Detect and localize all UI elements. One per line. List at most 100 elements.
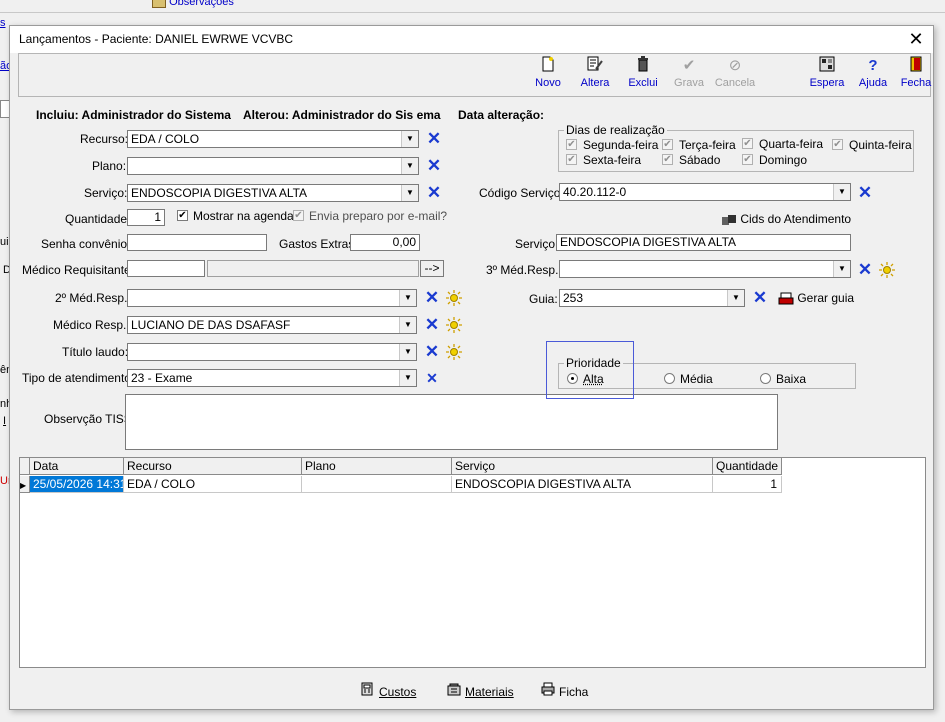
prioridade-alta-radio[interactable] bbox=[567, 373, 578, 384]
table-row-cell-data[interactable]: 25/05/2026 14:31 bbox=[30, 476, 124, 493]
dialog-titlebar[interactable]: Lançamentos - Paciente: DANIEL EWRWE VCV… bbox=[10, 26, 933, 53]
quinta-checkbox[interactable]: ✔ bbox=[832, 139, 843, 150]
clear-medico-resp-x-icon[interactable]: ✕ bbox=[424, 316, 440, 333]
calculator-icon bbox=[361, 682, 375, 699]
background-observacoes-link[interactable]: Observações bbox=[152, 0, 234, 9]
clear-tipo-atendimento-x-icon[interactable]: ✕ bbox=[424, 370, 440, 386]
grid-header-recurso[interactable]: Recurso bbox=[124, 458, 302, 475]
clear-titulo-laudo-x-icon[interactable]: ✕ bbox=[424, 343, 440, 360]
recurso-combo[interactable]: EDA / COLO ▼ bbox=[127, 130, 419, 148]
table-row-cell-plano[interactable] bbox=[302, 476, 452, 493]
guia-combo[interactable]: 253 ▼ bbox=[559, 289, 745, 307]
quarta-checkbox[interactable]: ✔ bbox=[742, 138, 753, 149]
titulo-laudo-label: Título laudo: bbox=[62, 345, 129, 359]
close-button[interactable]: ✕ bbox=[905, 28, 927, 50]
terceiro-medico-combo[interactable]: ▼ bbox=[559, 260, 851, 278]
servico-desc-field[interactable]: ENDOSCOPIA DIGESTIVA ALTA bbox=[556, 234, 851, 251]
segunda-checkbox[interactable]: ✔ bbox=[566, 139, 577, 150]
prioridade-group: Prioridade Alta Média Baixa bbox=[558, 356, 856, 389]
sabado-checkbox[interactable]: ✔ bbox=[662, 154, 673, 165]
guia-label: Guia: bbox=[529, 292, 558, 306]
domingo-label: Domingo bbox=[759, 153, 808, 167]
ficha-button[interactable]: Ficha bbox=[541, 682, 588, 700]
gastos-extras-label: Gastos Extras bbox=[279, 237, 355, 251]
espera-button[interactable]: Espera bbox=[803, 56, 851, 94]
segunda-label: Segunda-feira bbox=[583, 138, 659, 152]
grid-corner bbox=[20, 458, 30, 475]
table-row-cell-servico[interactable]: ENDOSCOPIA DIGESTIVA ALTA bbox=[452, 476, 713, 493]
codigo-servico-combo[interactable]: 40.20.112-0 ▼ bbox=[559, 183, 851, 201]
cids-atendimento-button[interactable]: Cids do Atendimento bbox=[721, 212, 851, 226]
novo-button[interactable]: Novo bbox=[524, 56, 572, 94]
cancela-button[interactable]: ⊘ Cancela bbox=[711, 56, 759, 94]
new-document-icon bbox=[524, 56, 572, 76]
quinta-label: Quinta-feira bbox=[849, 138, 912, 152]
sexta-checkbox[interactable]: ✔ bbox=[566, 154, 577, 165]
medico-resp-combo[interactable]: LUCIANO DE DAS DSAFASF ▼ bbox=[127, 316, 417, 334]
background-frag-s[interactable]: s bbox=[0, 17, 6, 29]
medico-resp-label: Médico Resp.: bbox=[53, 318, 130, 332]
grid-header-plano[interactable]: Plano bbox=[302, 458, 452, 475]
domingo-checkbox[interactable]: ✔ bbox=[742, 154, 753, 165]
grid-header-quantidade[interactable]: Quantidade bbox=[713, 458, 782, 475]
prioridade-media-label: Média bbox=[680, 372, 713, 386]
medico-requisitante-name-field bbox=[207, 260, 419, 277]
tipo-atendimento-combo[interactable]: 23 - Exame ▼ bbox=[127, 369, 417, 387]
mostrar-agenda-checkbox[interactable]: ✔ bbox=[177, 210, 188, 221]
trash-icon bbox=[619, 56, 667, 76]
medico-requisitante-search-button[interactable]: --> bbox=[420, 260, 444, 277]
grid-header-data[interactable]: Data bbox=[30, 458, 124, 475]
lancamentos-dialog: Lançamentos - Paciente: DANIEL EWRWE VCV… bbox=[9, 25, 934, 710]
segundo-medico-combo[interactable]: ▼ bbox=[127, 289, 417, 307]
segundo-medico-label: 2º Méd.Resp.: bbox=[55, 291, 131, 305]
sexta-label: Sexta-feira bbox=[583, 153, 642, 167]
altera-button[interactable]: Altera bbox=[571, 56, 619, 94]
grid-header-servico[interactable]: Serviço bbox=[452, 458, 713, 475]
clear-codigo-servico-x-icon[interactable]: ✕ bbox=[857, 184, 873, 201]
chevron-down-icon: ▼ bbox=[399, 290, 416, 306]
prioridade-baixa-label: Baixa bbox=[776, 372, 807, 386]
quantidade-input[interactable]: 1 bbox=[127, 209, 165, 226]
clear-guia-x-icon[interactable]: ✕ bbox=[752, 289, 768, 306]
custos-button[interactable]: Custos bbox=[361, 682, 416, 700]
servico-desc-label: Serviço: bbox=[515, 237, 559, 251]
exclui-button[interactable]: Exclui bbox=[619, 56, 667, 94]
quantidade-label: Quantidade: bbox=[65, 212, 131, 226]
senha-convenio-label: Senha convênio: bbox=[41, 237, 131, 251]
ajuda-button[interactable]: ? Ajuda bbox=[849, 56, 897, 94]
observacao-tiss-textarea[interactable] bbox=[125, 394, 778, 450]
materiais-button[interactable]: Materiais bbox=[447, 682, 514, 700]
new-sun-icon[interactable] bbox=[446, 317, 462, 333]
clear-plano-x-icon[interactable]: ✕ bbox=[426, 157, 442, 174]
exit-door-icon bbox=[892, 56, 940, 76]
prioridade-media-radio[interactable] bbox=[664, 373, 675, 384]
chevron-down-icon: ▼ bbox=[833, 184, 850, 200]
lancamentos-grid[interactable]: Data Recurso Plano Serviço Quantidade ▶ … bbox=[19, 457, 926, 668]
prioridade-baixa-radio[interactable] bbox=[760, 373, 771, 384]
terca-checkbox[interactable]: ✔ bbox=[662, 139, 673, 150]
terceiro-medico-label: 3º Méd.Resp.: bbox=[486, 263, 562, 277]
new-sun-icon[interactable] bbox=[446, 290, 462, 306]
table-row-cell-recurso[interactable]: EDA / COLO bbox=[124, 476, 302, 493]
prioridade-title: Prioridade bbox=[564, 356, 623, 370]
grava-button[interactable]: ✔ Grava bbox=[665, 56, 713, 94]
plano-combo[interactable]: ▼ bbox=[127, 157, 419, 175]
envia-preparo-checkbox[interactable]: ✔ bbox=[293, 210, 304, 221]
servico-combo[interactable]: ENDOSCOPIA DIGESTIVA ALTA ▼ bbox=[127, 184, 419, 202]
senha-convenio-input[interactable] bbox=[127, 234, 267, 251]
fecha-button[interactable]: Fecha bbox=[892, 56, 940, 94]
printer-icon bbox=[778, 292, 794, 305]
new-sun-icon[interactable] bbox=[446, 344, 462, 360]
gerar-guia-button[interactable]: Gerar guia bbox=[778, 291, 854, 306]
table-row-cell-quantidade[interactable]: 1 bbox=[713, 476, 782, 493]
clear-servico-x-icon[interactable]: ✕ bbox=[426, 184, 442, 201]
clear-terceiro-medico-x-icon[interactable]: ✕ bbox=[857, 261, 873, 278]
help-icon: ? bbox=[868, 57, 878, 74]
medico-requisitante-label: Médico Requisitante: bbox=[22, 263, 135, 277]
clear-segundo-medico-x-icon[interactable]: ✕ bbox=[424, 289, 440, 306]
gastos-extras-input[interactable]: 0,00 bbox=[350, 234, 420, 251]
clear-recurso-x-icon[interactable]: ✕ bbox=[426, 130, 442, 147]
medico-requisitante-code-input[interactable] bbox=[127, 260, 205, 277]
new-sun-icon[interactable] bbox=[879, 262, 895, 278]
titulo-laudo-combo[interactable]: ▼ bbox=[127, 343, 417, 361]
